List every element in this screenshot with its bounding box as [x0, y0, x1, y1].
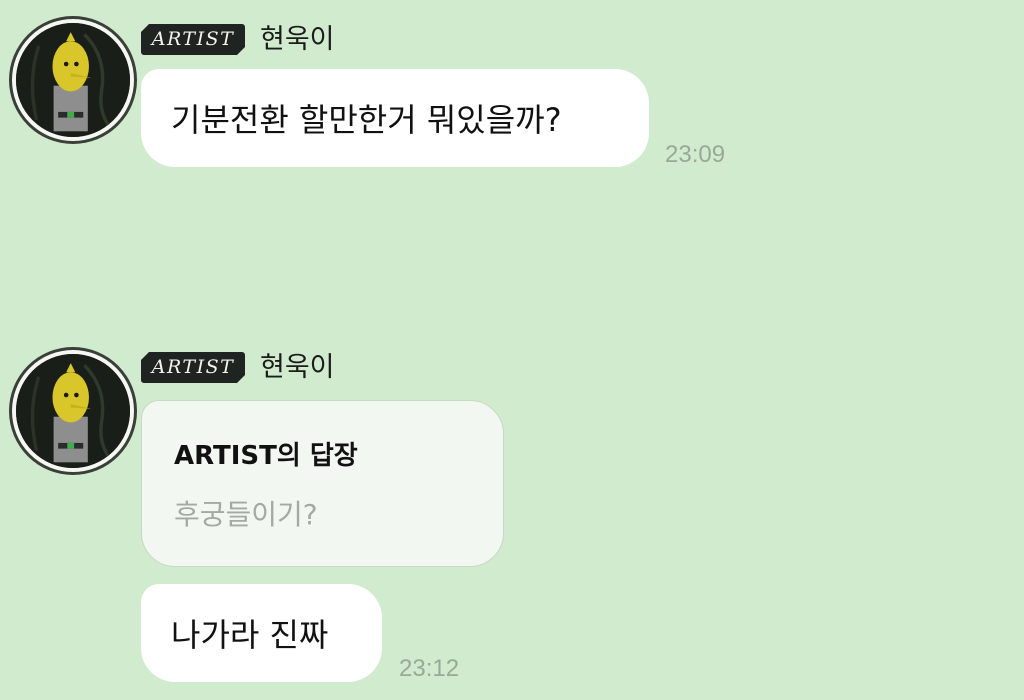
lemon-character-icon — [16, 354, 130, 468]
sender-name: 현욱이 — [260, 352, 335, 383]
reply-title: ARTIST의 답장 — [174, 441, 358, 471]
reply-quoted-text: 후궁들이기? — [174, 498, 318, 531]
sender-avatar[interactable] — [12, 350, 134, 472]
reply-card[interactable]: ARTIST의 답장 후궁들이기? — [141, 400, 504, 567]
message-text: 나가라 진짜 — [171, 616, 329, 654]
message-bubble[interactable]: 나가라 진짜 — [141, 584, 382, 682]
message-timestamp: 23:12 — [399, 655, 460, 682]
message-group: ARTIST 현욱이 ARTIST의 답장 후궁들이기? 나가라 진짜 23:1… — [0, 0, 1024, 700]
artist-badge: ARTIST — [141, 352, 245, 383]
